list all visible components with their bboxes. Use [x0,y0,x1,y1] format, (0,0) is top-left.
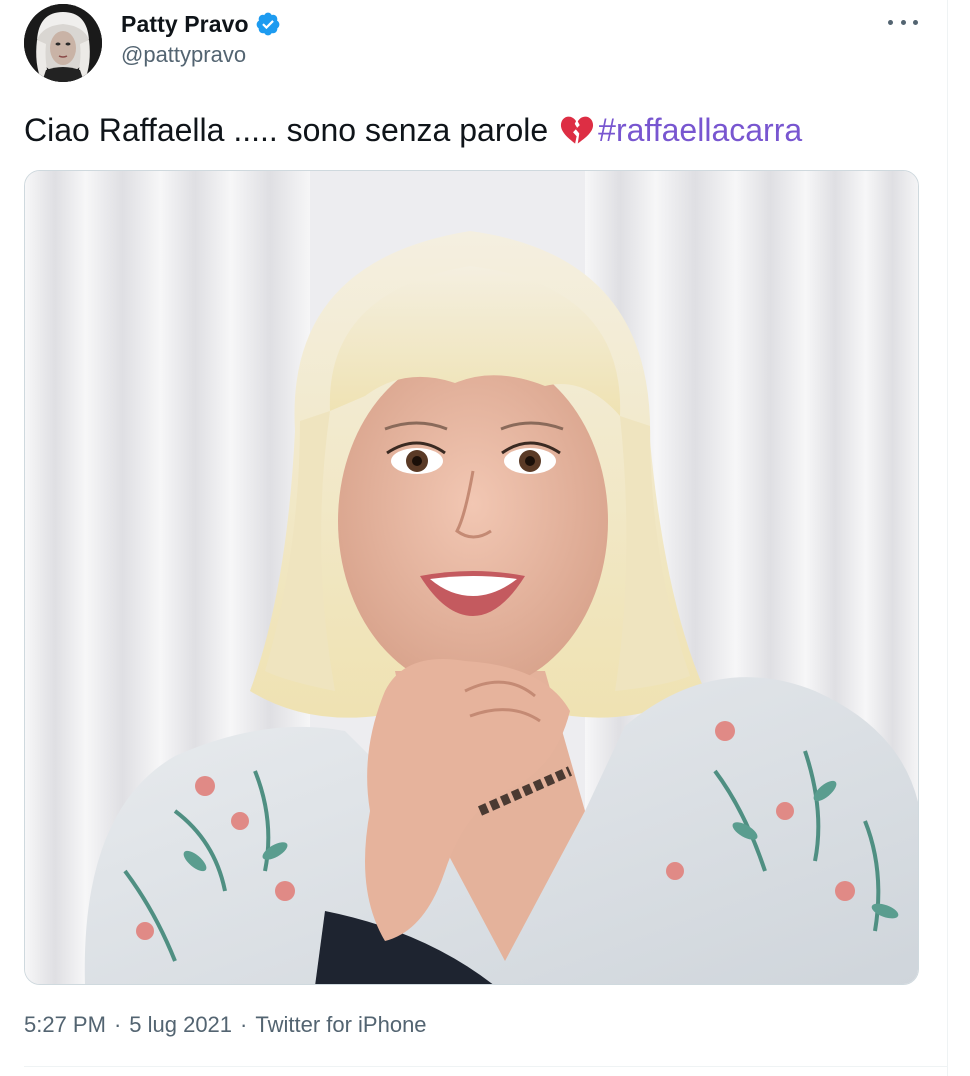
tweet-text-main: Ciao Raffaella ..... sono senza parole [24,112,549,148]
verified-badge-icon [255,11,281,37]
tweet-time[interactable]: 5:27 PM [24,1012,106,1038]
author-block[interactable]: Patty Pravo @pattypravo [121,8,281,68]
author-display-name[interactable]: Patty Pravo [121,11,249,38]
hashtag-link[interactable]: #raffaellacarra [598,106,802,154]
avatar[interactable] [24,4,102,82]
tweet-text: Ciao Raffaella ..... sono senza parole #… [24,106,802,154]
tweet-card: Patty Pravo @pattypravo Ciao Raffaella .… [0,0,970,1076]
more-horizontal-icon[interactable] [888,10,918,34]
tweet-date[interactable]: 5 lug 2021 [129,1012,232,1038]
more-dot [900,19,906,25]
meta-separator: · [240,1012,248,1037]
meta-separator: · [113,1012,122,1037]
more-dot [913,19,918,25]
broken-heart-icon [560,113,594,147]
tweet-source[interactable]: Twitter for iPhone [255,1012,426,1038]
more-dot [888,19,893,25]
tweet-photo[interactable] [24,170,919,985]
author-handle[interactable]: @pattypravo [121,42,281,68]
tweet-meta: 5:27 PM · 5 lug 2021 · Twitter for iPhon… [24,1012,427,1038]
column-divider [947,0,948,1076]
divider [24,1066,948,1067]
author-name-row: Patty Pravo [121,8,281,40]
